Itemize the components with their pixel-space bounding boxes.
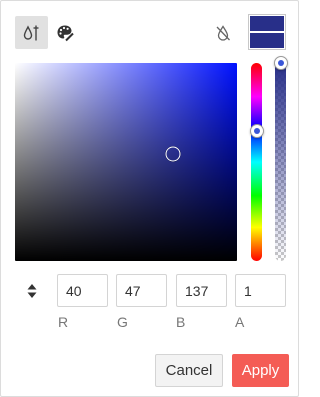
- color-picker: R G B A Cancel Apply: [0, 0, 299, 397]
- palette-icon: [57, 25, 74, 41]
- blue-label: B: [176, 314, 186, 330]
- input-mode-toggle[interactable]: [25, 281, 39, 301]
- eyedropper-icon: [23, 24, 38, 40]
- apply-button[interactable]: Apply: [232, 354, 289, 387]
- no-color-button[interactable]: [206, 16, 239, 49]
- no-color-icon: [216, 24, 230, 41]
- saturation-value-area[interactable]: [15, 63, 237, 261]
- color-preview: [248, 14, 286, 50]
- blue-input[interactable]: [176, 274, 227, 307]
- saturation-value-handle[interactable]: [165, 146, 181, 162]
- red-input[interactable]: [57, 274, 108, 307]
- opacity-slider-thumb[interactable]: [274, 56, 288, 70]
- green-label: G: [117, 314, 128, 330]
- palette-mode-button[interactable]: [48, 16, 81, 49]
- alpha-input[interactable]: [235, 274, 286, 307]
- opacity-gradient: [275, 63, 286, 261]
- hue-slider[interactable]: [249, 63, 264, 261]
- picker-mode-button[interactable]: [15, 16, 48, 49]
- red-label: R: [58, 314, 69, 330]
- previous-color-swatch[interactable]: [250, 33, 284, 48]
- sort-arrows-icon: [27, 284, 37, 298]
- opacity-slider[interactable]: [275, 63, 286, 261]
- current-color-swatch: [250, 16, 284, 31]
- cancel-button[interactable]: Cancel: [155, 354, 223, 387]
- green-input[interactable]: [116, 274, 167, 307]
- alpha-label: A: [235, 314, 245, 330]
- hue-slider-thumb[interactable]: [249, 124, 264, 139]
